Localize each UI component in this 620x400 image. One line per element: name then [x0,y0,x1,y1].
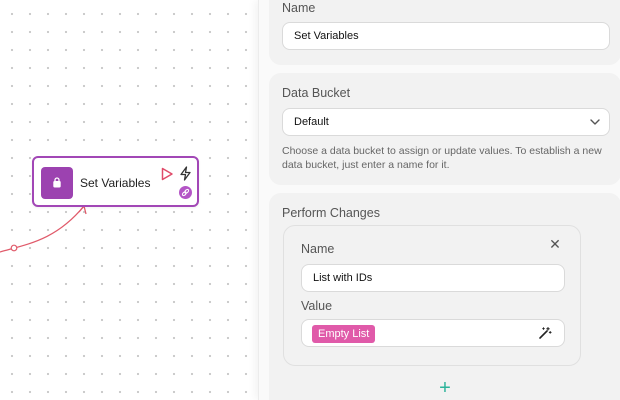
workflow-canvas[interactable]: Set Variables [0,0,262,400]
change-value-input[interactable]: Empty List [301,319,565,347]
value-tag[interactable]: Empty List [312,325,376,343]
name-input[interactable]: Set Variables [282,22,610,50]
change-value-label: Value [301,299,333,313]
play-icon[interactable] [160,167,174,181]
data-bucket-selected: Default [294,116,329,128]
edge-handle[interactable] [10,244,18,252]
change-item-card: Name ✕ List with IDs Value Empty List [283,225,581,366]
properties-panel: Name Set Variables Data Bucket Default C… [258,0,620,400]
data-bucket-section: Data Bucket Default Choose a data bucket… [269,73,620,185]
data-bucket-label: Data Bucket [282,86,351,100]
edge-arrow-icon [78,204,87,215]
name-label: Name [282,1,316,15]
perform-changes-section: Perform Changes Name ✕ List with IDs Val… [269,193,620,400]
change-name-label: Name [301,242,335,256]
name-section: Name Set Variables [269,0,620,65]
link-icon[interactable] [179,186,192,199]
data-bucket-select[interactable]: Default [282,108,610,136]
set-variables-node[interactable]: Set Variables [32,156,199,207]
bag-icon [41,167,73,199]
close-icon[interactable]: ✕ [548,237,562,251]
node-title: Set Variables [80,176,151,190]
perform-changes-label: Perform Changes [282,206,380,220]
change-name-input[interactable]: List with IDs [301,264,565,292]
magic-wand-icon[interactable] [538,326,552,340]
data-bucket-help: Choose a data bucket to assign or update… [282,145,602,171]
bolt-icon[interactable] [179,166,192,181]
chevron-down-icon [590,119,600,125]
plus-icon[interactable]: + [437,378,453,398]
